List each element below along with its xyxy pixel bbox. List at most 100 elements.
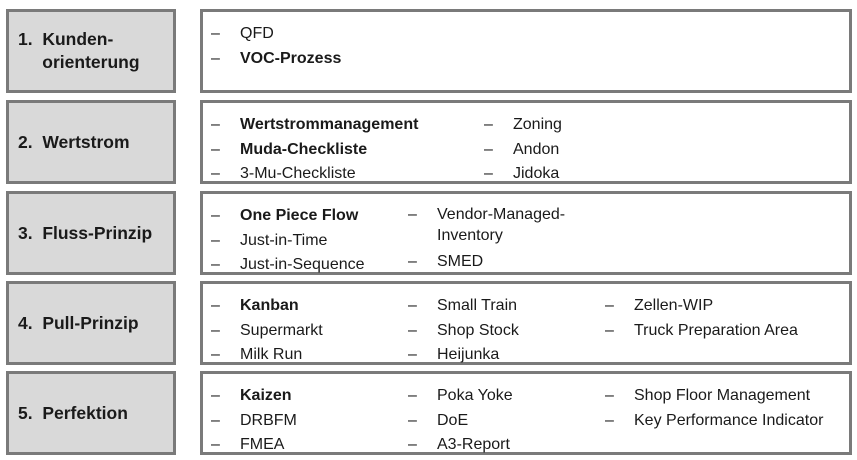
method-text: Heijunka <box>437 346 500 363</box>
method-text: Shop Stock <box>437 321 519 339</box>
principle-label: 3. Fluss-Prinzip <box>9 222 152 245</box>
dash-bullet: – <box>408 387 417 404</box>
method-text: Kanban <box>240 297 299 314</box>
dash-bullet: – <box>211 207 220 224</box>
dash-bullet: – <box>211 346 220 363</box>
dash-bullet: – <box>211 321 220 339</box>
method-text: Just-in-Time <box>240 231 328 249</box>
methods-column: – Small Train – Shop Stock – Heijunka <box>408 294 519 368</box>
method-item: – A3-Report <box>408 433 513 458</box>
methods-box: – Kanban – Supermarkt – Milk Run – Small Train –… <box>200 281 852 365</box>
principle-label-box: 1. Kunden- orienterung <box>6 9 176 93</box>
method-text: Small Train <box>437 297 518 314</box>
dash-bullet: – <box>605 321 614 339</box>
dash-bullet: – <box>211 387 220 404</box>
principle-label-line: 2. Wertstrom <box>18 131 130 152</box>
dash-bullet: – <box>605 387 614 404</box>
dash-bullet: – <box>211 140 220 158</box>
dash-bullet: – <box>211 231 220 249</box>
method-text: One Piece Flow <box>240 207 359 224</box>
method-item: – One Piece Flow <box>211 204 365 229</box>
method-text: Poka Yoke <box>437 387 513 404</box>
method-text: Muda-Checkliste <box>240 140 368 158</box>
principle-label-box: 4. Pull-Prinzip <box>6 281 176 365</box>
principle-label: 5. Perfektion <box>9 402 128 425</box>
method-item: – Small Train <box>408 294 519 319</box>
method-item: – VOC-Prozess <box>211 47 341 72</box>
method-item: – Andon <box>484 138 562 163</box>
method-item: – Shop Floor Management <box>605 384 823 409</box>
dash-bullet: – <box>408 411 417 429</box>
method-item: – Zellen-WIP <box>605 294 798 319</box>
method-item: – Milk Run <box>211 343 323 368</box>
dash-bullet: – <box>211 25 220 42</box>
method-item: – Kaizen <box>211 384 297 409</box>
methods-box: – One Piece Flow – Just-in-Time – Just-in-Seq… <box>200 191 852 275</box>
dash-bullet: – <box>408 206 417 223</box>
method-text: Key Performance Indicator <box>634 411 824 429</box>
method-text: QFD <box>240 25 274 42</box>
method-item: – DoE <box>408 409 513 434</box>
method-item: – Poka Yoke <box>408 384 513 409</box>
principle-label-box: 5. Perfektion <box>6 371 176 455</box>
methods-column: – Zoning – Andon – Jidoka <box>484 113 562 187</box>
principle-label-line: 1. Kunden- <box>18 29 114 49</box>
dash-bullet: – <box>211 297 220 314</box>
method-text: Kaizen <box>240 387 292 404</box>
dash-bullet: – <box>408 253 417 270</box>
principle-label-line: 4. Pull-Prinzip <box>18 312 139 333</box>
method-item: – Vendor-Managed-Inventory <box>408 204 597 246</box>
method-item: – Shop Stock <box>408 319 519 344</box>
method-text: Andon <box>513 140 560 158</box>
method-item: – Truck Preparation Area <box>605 319 798 344</box>
dash-bullet: – <box>211 116 220 133</box>
principle-label: 4. Pull-Prinzip <box>9 312 139 335</box>
dash-bullet: – <box>211 165 220 182</box>
method-item: – Jidoka <box>484 162 562 187</box>
dash-bullet: – <box>408 297 417 314</box>
methods-column: – Zellen-WIP – Truck Preparation Area <box>605 294 798 343</box>
dash-bullet: – <box>605 411 614 429</box>
methods-box: – Kaizen – DRBFM – FMEA – Poka Yoke – DoE – A3-Repo… <box>200 371 852 455</box>
method-text: Jidoka <box>513 165 560 182</box>
method-text: Zoning <box>513 116 562 133</box>
methods-column: – Shop Floor Management – Key Performance I… <box>605 384 823 433</box>
methods-column: – QFD – VOC-Prozess <box>211 22 341 71</box>
method-text: Shop Floor Management <box>634 387 811 404</box>
principle-label-box: 2. Wertstrom <box>6 100 176 184</box>
method-text: DRBFM <box>240 411 297 429</box>
principle-row: 5. Perfektion – Kaizen – DRBFM – FMEA – Poka Yok… <box>6 371 852 455</box>
methods-column: – Kaizen – DRBFM – FMEA <box>211 384 297 458</box>
methods-column: – Vendor-Managed-Inventory – SMED <box>408 204 597 275</box>
dash-bullet: – <box>211 436 220 453</box>
principle-label-box: 3. Fluss-Prinzip <box>6 191 176 275</box>
method-text: Vendor-Managed-Inventory <box>437 206 566 244</box>
methods-column: – Wertstrommanagement – Muda-Checkliste – 3-M… <box>211 113 418 187</box>
method-item: – Heijunka <box>408 343 519 368</box>
principle-label: 1. Kunden- orienterung <box>9 28 140 74</box>
method-text: Truck Preparation Area <box>634 321 798 339</box>
method-item: – Supermarkt <box>211 319 323 344</box>
method-item: – Just-in-Sequence <box>211 253 365 278</box>
method-item: – SMED <box>408 250 597 275</box>
method-text: Milk Run <box>240 346 303 363</box>
method-text: FMEA <box>240 436 285 453</box>
method-text: Zellen-WIP <box>634 297 714 314</box>
method-item: – Kanban <box>211 294 323 319</box>
method-text: SMED <box>437 253 484 270</box>
method-item: – QFD <box>211 22 341 47</box>
dash-bullet: – <box>211 49 220 67</box>
method-text: A3-Report <box>437 436 510 453</box>
method-item: – Wertstrommanagement <box>211 113 418 138</box>
methods-column: – One Piece Flow – Just-in-Time – Just-in-Seq… <box>211 204 365 278</box>
principle-label-line: 5. Perfektion <box>18 402 128 423</box>
method-text: Supermarkt <box>240 321 323 339</box>
dash-bullet: – <box>408 346 417 363</box>
method-item: – 3-Mu-Checkliste <box>211 162 418 187</box>
principle-row: 2. Wertstrom – Wertstrommanagement – Muda-Ch… <box>6 100 852 184</box>
method-text: Just-in-Sequence <box>240 256 365 273</box>
methods-column: – Poka Yoke – DoE – A3-Report <box>408 384 513 458</box>
dash-bullet: – <box>408 321 417 339</box>
principle-row: 3. Fluss-Prinzip – One Piece Flow – Just-in-… <box>6 191 852 275</box>
principle-label-line: 3. Fluss-Prinzip <box>18 222 153 243</box>
